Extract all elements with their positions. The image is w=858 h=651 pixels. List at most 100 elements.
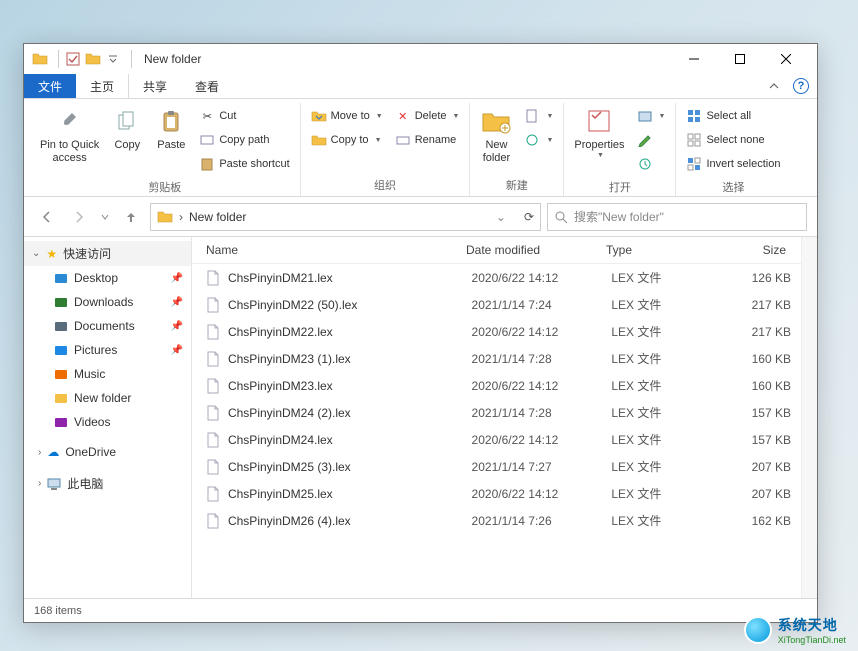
file-name: ChsPinyinDM22 (50).lex bbox=[228, 298, 472, 312]
dropdown-icon: ▼ bbox=[546, 137, 553, 144]
watermark-text2: XiTongTianDi.net bbox=[778, 635, 846, 645]
new-folder-button[interactable]: New folder bbox=[474, 103, 518, 167]
breadcrumb-chevron-icon[interactable]: › bbox=[179, 210, 183, 224]
refresh-icon[interactable]: ⟳ bbox=[524, 210, 534, 224]
cut-button[interactable]: ✂Cut bbox=[197, 105, 291, 127]
sidebar-item[interactable]: Pictures📌 bbox=[24, 338, 191, 362]
copy-to-button[interactable]: Copy to▼ bbox=[309, 129, 385, 151]
pin-icon bbox=[54, 105, 86, 137]
close-button[interactable] bbox=[763, 44, 809, 74]
rename-label: Rename bbox=[415, 134, 457, 146]
scrollbar[interactable] bbox=[801, 237, 817, 598]
paste-button[interactable]: Paste bbox=[149, 103, 193, 154]
select-all-button[interactable]: Select all bbox=[684, 105, 782, 127]
qat-dropdown-icon[interactable] bbox=[105, 51, 121, 67]
address-input[interactable]: › New folder ⌄ ⟳ bbox=[150, 203, 541, 231]
tab-file[interactable]: 文件 bbox=[24, 74, 76, 98]
search-input[interactable]: 搜索"New folder" bbox=[547, 203, 807, 231]
paste-shortcut-label: Paste shortcut bbox=[219, 158, 289, 170]
delete-label: Delete bbox=[415, 110, 447, 122]
easy-access-button[interactable]: ▼ bbox=[522, 129, 555, 151]
folder-icon bbox=[54, 367, 68, 381]
file-date: 2021/1/14 7:28 bbox=[472, 352, 612, 366]
sidebar-item[interactable]: Videos bbox=[24, 410, 191, 434]
file-row[interactable]: ChsPinyinDM24.lex2020/6/22 14:12LEX 文件15… bbox=[192, 426, 801, 453]
file-row[interactable]: ChsPinyinDM22 (50).lex2021/1/14 7:24LEX … bbox=[192, 291, 801, 318]
file-row[interactable]: ChsPinyinDM23 (1).lex2021/1/14 7:28LEX 文… bbox=[192, 345, 801, 372]
status-bar: 168 items bbox=[24, 598, 817, 622]
file-size: 126 KB bbox=[721, 271, 801, 285]
pin-to-quick-access-button[interactable]: Pin to Quick access bbox=[34, 103, 105, 167]
nav-up-button[interactable] bbox=[118, 204, 144, 230]
paste-icon bbox=[155, 105, 187, 137]
paste-shortcut-icon bbox=[199, 156, 215, 172]
tab-home[interactable]: 主页 bbox=[76, 74, 129, 98]
column-size[interactable]: Size bbox=[716, 243, 796, 257]
column-headers: Name Date modified Type Size bbox=[192, 237, 801, 264]
file-row[interactable]: ChsPinyinDM21.lex2020/6/22 14:12LEX 文件12… bbox=[192, 264, 801, 291]
folder-icon bbox=[54, 343, 68, 357]
file-size: 160 KB bbox=[721, 352, 801, 366]
file-row[interactable]: ChsPinyinDM22.lex2020/6/22 14:12LEX 文件21… bbox=[192, 318, 801, 345]
edit-icon bbox=[637, 132, 653, 148]
open-icon bbox=[637, 108, 653, 124]
nav-back-button[interactable] bbox=[34, 204, 60, 230]
sidebar-item[interactable]: Downloads📌 bbox=[24, 290, 191, 314]
invert-selection-button[interactable]: Invert selection bbox=[684, 153, 782, 175]
help-icon[interactable]: ? bbox=[793, 78, 809, 94]
sidebar-item-label: Music bbox=[74, 367, 105, 381]
chevron-down-icon: ⌄ bbox=[32, 248, 40, 259]
folder-qat-icon[interactable] bbox=[85, 51, 101, 67]
move-to-button[interactable]: Move to▼ bbox=[309, 105, 385, 127]
address-dropdown-icon[interactable]: ⌄ bbox=[496, 210, 506, 224]
delete-button[interactable]: ✕Delete▼ bbox=[393, 105, 462, 127]
file-row[interactable]: ChsPinyinDM23.lex2020/6/22 14:12LEX 文件16… bbox=[192, 372, 801, 399]
maximize-button[interactable] bbox=[717, 44, 763, 74]
tab-view[interactable]: 查看 bbox=[181, 74, 233, 98]
sidebar-item[interactable]: New folder bbox=[24, 386, 191, 410]
history-button[interactable] bbox=[635, 153, 668, 175]
sidebar-item-label: Pictures bbox=[74, 343, 117, 357]
sidebar-item[interactable]: Music bbox=[24, 362, 191, 386]
file-row[interactable]: ChsPinyinDM24 (2).lex2021/1/14 7:28LEX 文… bbox=[192, 399, 801, 426]
file-name: ChsPinyinDM26 (4).lex bbox=[228, 514, 472, 528]
copy-path-button[interactable]: Copy path bbox=[197, 129, 291, 151]
open-button[interactable]: ▼ bbox=[635, 105, 668, 127]
sidebar-item[interactable]: Documents📌 bbox=[24, 314, 191, 338]
sidebar-item[interactable]: Desktop📌 bbox=[24, 266, 191, 290]
file-date: 2020/6/22 14:12 bbox=[472, 487, 612, 501]
properties-button[interactable]: Properties▼ bbox=[568, 103, 630, 161]
nav-forward-button[interactable] bbox=[66, 204, 92, 230]
properties-label: Properties bbox=[574, 139, 624, 152]
folder-icon bbox=[32, 51, 48, 67]
column-name[interactable]: Name bbox=[206, 243, 466, 257]
new-item-button[interactable]: ▼ bbox=[522, 105, 555, 127]
tab-share[interactable]: 共享 bbox=[129, 74, 181, 98]
column-date[interactable]: Date modified bbox=[466, 243, 606, 257]
checkbox-qat-icon[interactable] bbox=[65, 51, 81, 67]
column-type[interactable]: Type bbox=[606, 243, 716, 257]
file-name: ChsPinyinDM23 (1).lex bbox=[228, 352, 472, 366]
file-row[interactable]: ChsPinyinDM25 (3).lex2021/1/14 7:27LEX 文… bbox=[192, 453, 801, 480]
paste-shortcut-button[interactable]: Paste shortcut bbox=[197, 153, 291, 175]
content-area: ⌄ ★ 快速访问 Desktop📌Downloads📌Documents📌Pic… bbox=[24, 237, 817, 598]
address-location: New folder bbox=[189, 210, 490, 224]
file-name: ChsPinyinDM25.lex bbox=[228, 487, 472, 501]
sidebar-quick-access[interactable]: ⌄ ★ 快速访问 bbox=[24, 241, 191, 266]
sidebar-onedrive[interactable]: › ☁ OneDrive bbox=[24, 440, 191, 464]
file-size: 157 KB bbox=[721, 406, 801, 420]
file-pane: Name Date modified Type Size ChsPinyinDM… bbox=[192, 237, 801, 598]
copy-button[interactable]: Copy bbox=[105, 103, 149, 154]
file-row[interactable]: ChsPinyinDM26 (4).lex2021/1/14 7:26LEX 文… bbox=[192, 507, 801, 534]
nav-recent-dropdown[interactable] bbox=[98, 204, 112, 230]
sidebar-thispc[interactable]: › 此电脑 bbox=[24, 470, 191, 497]
edit-button[interactable] bbox=[635, 129, 668, 151]
file-row[interactable]: ChsPinyinDM25.lex2020/6/22 14:12LEX 文件20… bbox=[192, 480, 801, 507]
select-none-button[interactable]: Select none bbox=[684, 129, 782, 151]
minimize-button[interactable] bbox=[671, 44, 717, 74]
ribbon-group-clipboard: Pin to Quick access Copy Paste ✂Cut Copy… bbox=[30, 103, 301, 196]
rename-button[interactable]: Rename bbox=[393, 129, 462, 151]
collapse-ribbon-icon[interactable] bbox=[759, 74, 789, 98]
sidebar-item-label: New folder bbox=[74, 391, 131, 405]
file-date: 2021/1/14 7:24 bbox=[472, 298, 612, 312]
